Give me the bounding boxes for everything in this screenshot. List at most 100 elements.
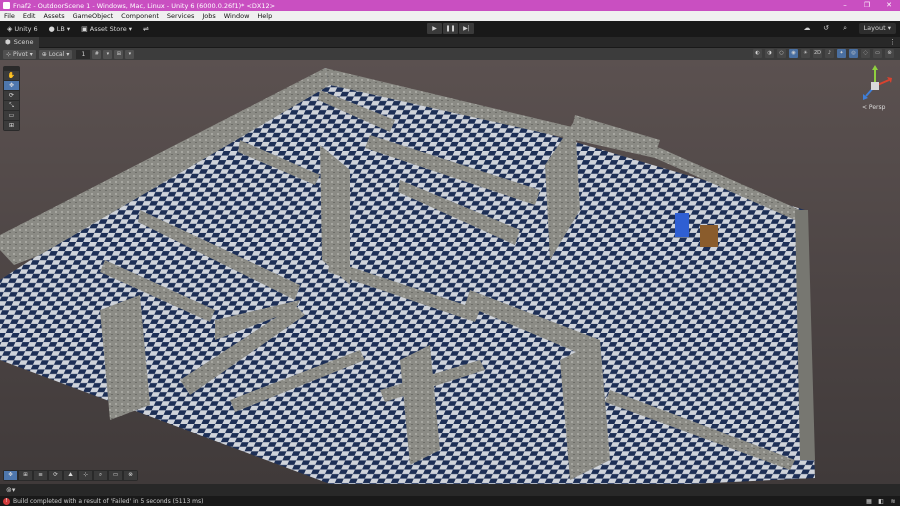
progress-icon[interactable]: ≋: [888, 498, 898, 505]
scene-tab-label: Scene: [13, 38, 34, 46]
lower-toolbar: ⊚▾: [0, 484, 900, 496]
rotate-overlay-icon[interactable]: ⟳: [49, 471, 62, 480]
perspective-label[interactable]: < Persp: [862, 104, 885, 111]
menu-bar: File Edit Assets GameObject Component Se…: [0, 11, 900, 21]
gizmo-center-cube[interactable]: [871, 82, 879, 90]
account-label: LB: [56, 25, 65, 33]
menu-assets[interactable]: Assets: [39, 11, 68, 21]
version-control-icon: ⇌: [143, 25, 149, 33]
close-button[interactable]: ✕: [878, 0, 900, 11]
menu-window[interactable]: Window: [220, 11, 254, 21]
local-icon: ⊕: [41, 50, 47, 58]
rect-tool-icon[interactable]: ▭: [4, 111, 19, 120]
tab-more-icon[interactable]: ⋮: [889, 37, 896, 48]
layout-dropdown[interactable]: Layout ▾: [858, 23, 896, 34]
unity-hub-button[interactable]: ◈ Unity 6: [3, 23, 42, 35]
chevron-down-icon: ▾: [29, 50, 33, 58]
status-message[interactable]: Build completed with a result of 'Failed…: [13, 498, 864, 505]
shaded-wireframe-icon[interactable]: ◉: [789, 49, 798, 58]
menu-file[interactable]: File: [0, 11, 19, 21]
2d-toggle-icon[interactable]: 2D: [813, 49, 822, 58]
scene-overlay-palette: ✥ ⊞ ≡ ⟳ ⛰ ⊹ ⌕ ▭ ⊗: [3, 470, 138, 481]
chevron-down-icon: ▾: [66, 50, 70, 58]
cloud-icon[interactable]: ☁: [802, 23, 813, 34]
menu-jobs[interactable]: Jobs: [198, 11, 219, 21]
menu-help[interactable]: Help: [253, 11, 276, 21]
search-icon[interactable]: ⌕: [840, 23, 851, 34]
menu-component[interactable]: Component: [117, 11, 163, 21]
minimize-button[interactable]: –: [834, 0, 856, 11]
snap-overlay-icon[interactable]: ⊗: [124, 471, 137, 480]
scale-tool-icon[interactable]: ⤡: [4, 101, 19, 110]
grid-size-field[interactable]: 1: [76, 49, 91, 59]
grid-overlay-icon[interactable]: ⊞: [19, 471, 32, 480]
lighting-icon[interactable]: ☀: [801, 49, 810, 58]
error-icon: !: [3, 497, 10, 505]
scene-visibility-icon[interactable]: ◎: [849, 49, 858, 58]
terrain-overlay-icon[interactable]: ⛰: [64, 471, 77, 480]
effects-icon[interactable]: ✦: [837, 49, 846, 58]
move-tool-icon[interactable]: ✥: [4, 81, 19, 90]
play-button[interactable]: ▶: [427, 23, 442, 34]
window-title: Fnaf2 - OutdoorScene 1 - Windows, Mac, L…: [13, 1, 276, 10]
scene-tab-row: ⬢ Scene ⋮: [0, 36, 900, 48]
move-overlay-icon[interactable]: ✥: [4, 471, 17, 480]
grid-snap-icon[interactable]: #: [92, 49, 102, 59]
console-icon[interactable]: ▦: [864, 498, 874, 505]
gizmos-icon[interactable]: ⊛: [885, 49, 894, 58]
character-brown[interactable]: [700, 225, 718, 247]
y-axis-icon[interactable]: [872, 65, 878, 70]
wireframe-icon[interactable]: ○: [777, 49, 786, 58]
scene-viewport[interactable]: [0, 60, 900, 484]
camera-overlay-icon[interactable]: ▭: [109, 471, 122, 480]
increment-snap-icon[interactable]: ⊞: [114, 49, 124, 59]
tab-scene[interactable]: ⬢ Scene: [0, 36, 39, 48]
asset-store-icon: ▣: [81, 25, 88, 33]
asset-store-label: Asset Store: [89, 25, 127, 33]
pause-button[interactable]: ❚❚: [443, 23, 458, 34]
layout-label: Layout: [863, 24, 886, 32]
menu-edit[interactable]: Edit: [19, 11, 40, 21]
scene-render: [0, 60, 900, 484]
menu-services[interactable]: Services: [163, 11, 198, 21]
snap-options-icon[interactable]: ▾: [125, 49, 135, 59]
pivot-label: Pivot: [13, 50, 28, 58]
shaded-icon[interactable]: ◑: [765, 49, 774, 58]
version-control-button[interactable]: ⇌: [139, 23, 153, 35]
hidden-objects-icon[interactable]: ◌: [861, 49, 870, 58]
scene-view-options: ◐ ◑ ○ ◉ ☀ 2D ♪ ✦ ◎ ◌ ▭ ⊛: [753, 49, 894, 58]
main-toolbar: ◈ Unity 6 ● LB ▾ ▣ Asset Store ▾ ⇌ ▶ ❚❚ …: [0, 21, 900, 37]
camera-settings-icon[interactable]: ⊚▾: [6, 486, 15, 494]
palette-grip[interactable]: [4, 67, 19, 70]
account-icon: ●: [48, 25, 55, 33]
camera-icon[interactable]: ▭: [873, 49, 882, 58]
toolbar-right-group: ☁ ↺ ⌕ Layout ▾: [802, 23, 896, 34]
audio-icon[interactable]: ♪: [825, 49, 834, 58]
local-dropdown[interactable]: ⊕ Local ▾: [38, 49, 73, 59]
align-overlay-icon[interactable]: ≡: [34, 471, 47, 480]
transform-tool-icon[interactable]: ⊞: [4, 121, 19, 130]
asset-store-button[interactable]: ▣ Asset Store ▾: [77, 23, 136, 35]
hand-tool-icon[interactable]: ✋: [4, 71, 19, 80]
unity-logo-icon: ◈: [7, 25, 13, 33]
local-label: Local: [48, 50, 65, 58]
scene-tab-icon: ⬢: [5, 38, 11, 46]
menu-gameobject[interactable]: GameObject: [69, 11, 118, 21]
zoom-overlay-icon[interactable]: ⌕: [94, 471, 107, 480]
grid-options-icon[interactable]: ▾: [103, 49, 113, 59]
history-icon[interactable]: ↺: [821, 23, 832, 34]
window-title-bar: Fnaf2 - OutdoorScene 1 - Windows, Mac, L…: [0, 0, 900, 11]
play-controls: ▶ ❚❚ ▶|: [427, 23, 474, 34]
rotate-tool-icon[interactable]: ⟳: [4, 91, 19, 100]
chevron-down-icon: ▾: [887, 24, 891, 32]
account-button[interactable]: ● LB ▾: [45, 23, 74, 35]
light-bake-icon[interactable]: ◧: [876, 498, 886, 505]
step-button[interactable]: ▶|: [459, 23, 474, 34]
draw-mode-icon[interactable]: ◐: [753, 49, 762, 58]
character-blue[interactable]: [675, 213, 689, 237]
pivot-dropdown[interactable]: ⊹ Pivot ▾: [3, 49, 36, 59]
transform-tool-palette: ✋ ✥ ⟳ ⤡ ▭ ⊞: [3, 66, 20, 131]
chevron-down-icon: ▾: [66, 25, 71, 33]
pivot-overlay-icon[interactable]: ⊹: [79, 471, 92, 480]
maximize-button[interactable]: ❐: [856, 0, 878, 11]
